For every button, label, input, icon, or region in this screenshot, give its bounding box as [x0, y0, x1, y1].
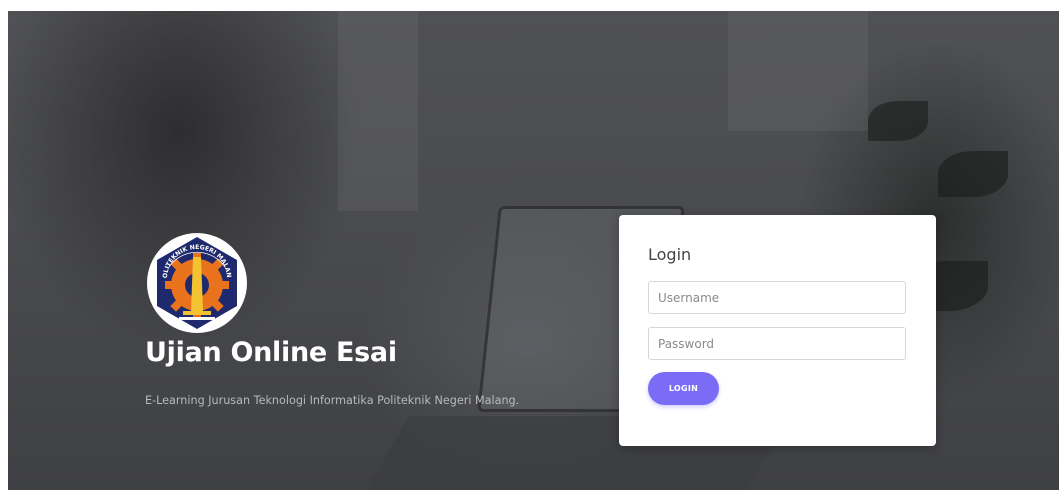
- plant-leaf-shape: [938, 151, 1008, 197]
- page-background: POLITEKNIK NEGERI MALANG Ujian Online Es…: [8, 11, 1059, 490]
- username-input[interactable]: [648, 281, 906, 314]
- hero-subtitle: E-Learning Jurusan Teknologi Informatika…: [145, 394, 520, 407]
- bookshelf-shape: [338, 11, 418, 211]
- plant-leaf-shape: [868, 101, 928, 141]
- password-input[interactable]: [648, 327, 906, 360]
- hero-title: Ujian Online Esai: [145, 337, 397, 368]
- window-shape: [728, 11, 868, 131]
- login-card: Login LOGIN: [619, 215, 936, 446]
- hero-section: POLITEKNIK NEGERI MALANG Ujian Online Es…: [145, 231, 565, 407]
- login-title: Login: [648, 245, 692, 264]
- polinema-logo-icon: POLITEKNIK NEGERI MALANG: [145, 231, 247, 333]
- login-button[interactable]: LOGIN: [648, 372, 719, 405]
